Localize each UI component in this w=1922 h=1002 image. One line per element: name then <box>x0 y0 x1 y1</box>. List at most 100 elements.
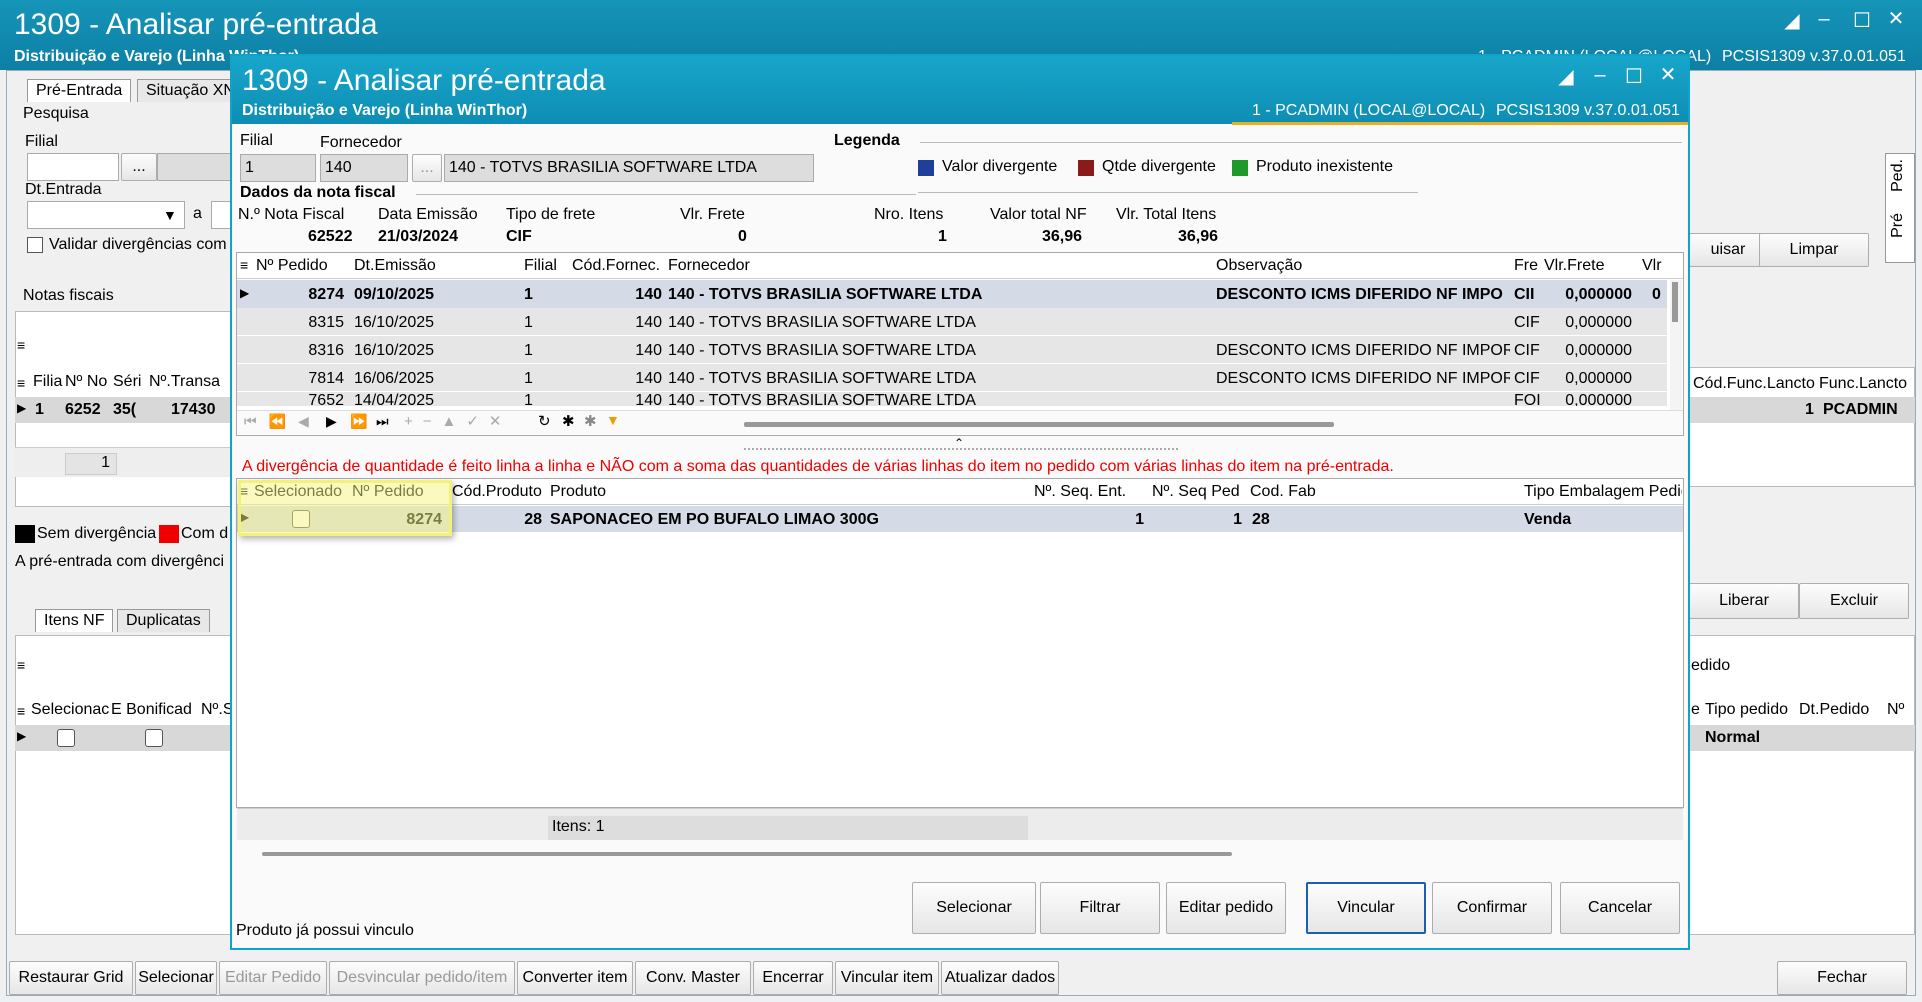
legend-com-label: Com d <box>181 525 229 542</box>
order-cell-fornecedor: 140 - TOTVS BRASILIA SOFTWARE LTDA <box>668 286 983 303</box>
chevron-up-icon[interactable]: ⌃ <box>954 436 964 450</box>
filter-icon[interactable]: ▼ <box>606 412 620 428</box>
restore-icon[interactable]: ◢ <box>1552 64 1580 89</box>
refresh-icon[interactable]: ↻ <box>538 412 551 430</box>
tab-itens-nf[interactable]: Itens NF <box>35 609 114 632</box>
limpar-button[interactable]: Limpar <box>1759 233 1869 267</box>
maximize-icon[interactable]: ☐ <box>1848 8 1876 33</box>
excluir-button[interactable]: Excluir <box>1799 583 1909 619</box>
validar-checkbox[interactable] <box>27 237 43 253</box>
filtrar-button[interactable]: Filtrar <box>1040 882 1160 934</box>
order-cell-filial: 1 <box>524 370 533 387</box>
grid-menu-icon[interactable]: ≡ <box>17 703 25 719</box>
vincular-item-button[interactable]: Vincular item <box>835 961 939 995</box>
col-cod-func-lancto: Cód.Func.Lancto <box>1693 375 1815 392</box>
vincular-button[interactable]: Vincular <box>1306 882 1426 934</box>
edit-disabled-icons: +−▲✓✕ <box>404 413 512 430</box>
legend-sem-swatch <box>15 525 35 543</box>
filial-lookup-button[interactable]: ... <box>121 153 157 181</box>
order-cell-codfornec: 140 <box>635 314 662 331</box>
grid-menu-icon[interactable]: ≡ <box>17 337 25 353</box>
dt-entrada-start-input[interactable] <box>27 201 185 229</box>
pager-input[interactable]: 1 <box>65 453 117 475</box>
itens-horizontal-scrollbar[interactable] <box>262 852 1232 856</box>
dialog-version: PCSIS1309 v.37.0.01.051 <box>1496 102 1680 119</box>
order-cell-filial: 1 <box>524 314 533 331</box>
encerrar-button[interactable]: Encerrar <box>753 961 833 995</box>
table-row[interactable] <box>15 725 237 751</box>
desvincular-button[interactable]: Desvincular pedido/item <box>329 961 515 995</box>
maximize-icon[interactable]: ☐ <box>1620 64 1648 89</box>
side-tab-pedido[interactable]: Ped. <box>1889 159 1907 192</box>
order-cell-obs: DESCONTO ICMS DIFERIDO NF IMPORT/ <box>1216 370 1510 387</box>
col-vlr: Vlr <box>1642 257 1662 274</box>
table-row[interactable] <box>237 506 1683 532</box>
fornecedor-lookup-button[interactable]: ... <box>412 154 442 182</box>
bookmark-icon[interactable]: ✱ <box>562 412 575 430</box>
col-e: e <box>1691 701 1700 718</box>
atualizar-dados-button[interactable]: Atualizar dados <box>941 961 1059 995</box>
col-numero-pedido: Nº <box>1887 701 1905 718</box>
liberar-button[interactable]: Liberar <box>1689 583 1799 619</box>
order-cell-frete: CIF <box>1514 314 1540 331</box>
converter-item-button[interactable]: Converter item <box>517 961 633 995</box>
highlight-box <box>238 480 452 536</box>
order-cell-frete: CII <box>1514 286 1535 303</box>
pesquisar-button[interactable]: uisar <box>1689 233 1767 267</box>
item-bonificado-checkbox[interactable] <box>145 729 163 747</box>
horizontal-scrollbar[interactable] <box>744 422 1334 427</box>
goto-bookmark-icon[interactable]: ✱ <box>584 412 597 430</box>
col-cod-produto: Cód.Produto <box>452 483 542 500</box>
tab-duplicatas[interactable]: Duplicatas <box>117 609 210 632</box>
tab-pre-entrada[interactable]: Pré-Entrada <box>27 79 132 102</box>
tab-situacao-xml[interactable]: Situação XN <box>137 79 244 102</box>
order-cell-vlr-frete: 0,000000 <box>1565 314 1632 331</box>
conv-master-button[interactable]: Conv. Master <box>635 961 751 995</box>
col-vlr-frete: Vlr.Frete <box>1544 257 1605 274</box>
confirmar-button[interactable]: Confirmar <box>1432 882 1552 934</box>
scrollbar-thumb[interactable] <box>1672 282 1678 322</box>
pedido-grid-right[interactable] <box>1689 635 1915 935</box>
last-record-icon[interactable]: ⏭ <box>376 413 389 430</box>
col-func-lancto: Func.Lancto <box>1819 375 1908 392</box>
navigator-disabled-icons: ⏮⏪◀ <box>244 413 321 429</box>
close-icon[interactable]: ✕ <box>1654 62 1682 87</box>
grid-menu-icon[interactable]: ≡ <box>17 657 25 673</box>
col-dt-pedido: Dt.Pedido <box>1799 701 1870 718</box>
row-pointer-icon: ▶ <box>240 286 250 300</box>
itens-grid[interactable] <box>15 635 237 935</box>
nf-frete-tipo-value: CIF <box>506 228 532 245</box>
editar-pedido-button[interactable]: Editar Pedido <box>219 961 327 995</box>
chevron-down-icon[interactable]: ▼ <box>163 207 177 223</box>
next-page-icon[interactable]: ⏩ <box>350 413 367 430</box>
table-row[interactable]: 7652 14/04/2025 1 140 140 - TOTVS BRASIL… <box>237 392 1667 406</box>
order-cell-filial: 1 <box>524 286 533 303</box>
col-selecionado: Selecionac <box>31 701 110 718</box>
side-tab-pre[interactable]: Pré <box>1889 213 1907 238</box>
close-icon[interactable]: ✕ <box>1882 6 1910 31</box>
minimize-icon[interactable]: – <box>1810 8 1838 31</box>
nf-numero-label: N.º Nota Fiscal <box>238 206 345 223</box>
col-dt-emissao: Dt.Emissão <box>354 257 436 274</box>
editar-pedido-dialog-button[interactable]: Editar pedido <box>1166 882 1286 934</box>
grid-menu-icon[interactable]: ≡ <box>240 257 248 273</box>
nf-data-label: Data Emissão <box>378 206 478 223</box>
grid-menu-icon[interactable]: ≡ <box>17 375 25 391</box>
selecionar-main-button[interactable]: Selecionar <box>135 961 217 995</box>
minimize-icon[interactable]: – <box>1586 64 1614 87</box>
cell-cod-func: 1 <box>1805 401 1814 418</box>
next-record-icon[interactable]: ▶ <box>326 413 337 430</box>
restore-icon[interactable]: ◢ <box>1778 8 1806 33</box>
selecionar-button[interactable]: Selecionar <box>912 882 1036 934</box>
fechar-button[interactable]: Fechar <box>1777 961 1907 995</box>
restaurar-grid-button[interactable]: Restaurar Grid <box>9 961 133 995</box>
filial-input[interactable] <box>27 153 119 181</box>
dialog-accent-line <box>1232 122 1688 125</box>
order-cell-obs: DESCONTO ICMS DIFERIDO NF IMPORT/ <box>1216 342 1510 359</box>
legend-inexistente-label: Produto inexistente <box>1256 158 1393 175</box>
pedidos-grid-header <box>237 253 1683 279</box>
item-selecionado-checkbox[interactable] <box>57 729 75 747</box>
cell-transacao: 17430 <box>171 401 216 418</box>
cancelar-button[interactable]: Cancelar <box>1560 882 1680 934</box>
pesquisa-label: Pesquisa <box>23 105 89 122</box>
